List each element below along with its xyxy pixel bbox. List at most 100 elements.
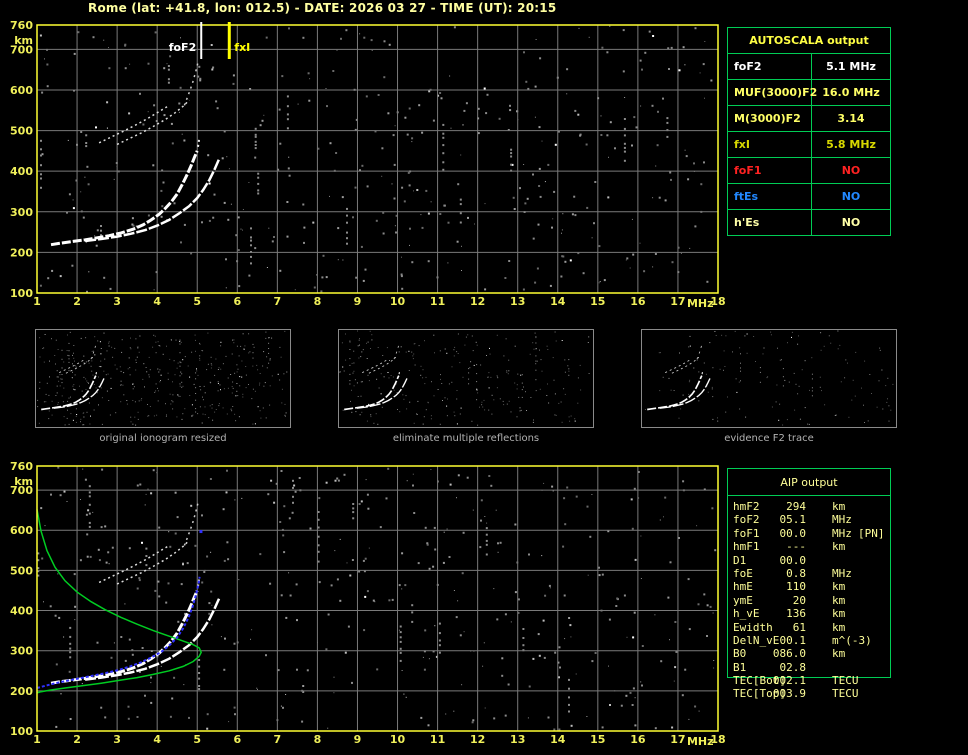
ionogram-plot-main: foF2 fxI1 2 3 4 5 6 7 8 9 10 11 12 13 14 15 16 17 18MHz760… xyxy=(10,19,726,310)
param-unit: MHz xyxy=(832,513,852,527)
table-row: TEC[Top] 003.9 TECU xyxy=(728,687,890,700)
x-axis-tick-label: 2 xyxy=(73,295,81,308)
param-value: 16.0 MHz xyxy=(822,86,880,99)
table-row: h_vE 136 km xyxy=(728,607,890,620)
param-value: NO xyxy=(841,216,861,229)
table-row: hmE 110 km xyxy=(728,580,890,593)
x-axis-tick-label: 8 xyxy=(314,295,322,308)
table-row: B0 086.0 km xyxy=(728,647,890,660)
x-axis-tick-label: 7 xyxy=(274,733,282,746)
y-axis-tick-label: 200 xyxy=(10,685,33,698)
param-unit: m^(-3) xyxy=(832,633,872,647)
window-title: Rome (lat: +41.8, lon: 012.5) - DATE: 20… xyxy=(88,1,557,15)
param-unit: km xyxy=(832,620,846,634)
param-label: foF1 xyxy=(728,158,812,183)
param-note: [PN] xyxy=(858,526,885,540)
table-row: D1 00.0 xyxy=(728,554,890,567)
x-axis-tick-label: 13 xyxy=(510,733,525,746)
x-axis-tick-label: 16 xyxy=(630,733,646,746)
param-value: NO xyxy=(841,164,861,177)
thumbnail-f2-trace xyxy=(641,329,897,428)
x-axis-tick-label: 17 xyxy=(670,733,685,746)
y-axis-tick-label: 300 xyxy=(10,645,33,658)
y-axis-tick-label: 400 xyxy=(10,605,33,618)
param-value: 00.0 xyxy=(779,526,807,540)
param-value: --- xyxy=(786,540,806,554)
marker-label-foF2: foF2 xyxy=(169,41,197,54)
x-axis-tick-label: 15 xyxy=(590,295,605,308)
x-axis-tick-label: 10 xyxy=(390,295,406,308)
param-unit: TECU xyxy=(832,687,859,701)
param-label: h'Es xyxy=(728,210,812,235)
param-value: 0.8 xyxy=(786,566,806,580)
table-row: ymE 20 km xyxy=(728,594,890,607)
x-axis-tick-label: 10 xyxy=(390,733,406,746)
autoscala-table-title: AUTOSCALA output xyxy=(728,28,890,54)
aip-table-title: AIP output xyxy=(728,469,890,496)
y-axis-tick-label: 500 xyxy=(10,564,33,577)
param-unit: MHz xyxy=(832,566,852,580)
table-row: hmF2 294 km xyxy=(728,500,890,513)
param-value: 61 xyxy=(792,620,806,634)
thumbnail-eliminate-plot xyxy=(339,330,590,426)
table-row: TEC[Bot] 002.1 TECU xyxy=(728,674,890,687)
x-axis-tick-label: 9 xyxy=(354,295,362,308)
x-axis-tick-label: 16 xyxy=(630,295,646,308)
thumbnail-f2-plot xyxy=(644,330,894,426)
x-axis-tick-label: 4 xyxy=(153,733,161,746)
ionogram-plot-profile: 1 2 3 4 5 6 7 8 9 10 11 12 13 14 15 16 17 18MHz7607006005… xyxy=(10,460,726,748)
x-axis-unit-label: MHz xyxy=(687,297,714,310)
x-axis-tick-label: 14 xyxy=(550,295,566,308)
param-value: 3.14 xyxy=(837,112,865,125)
param-value: NO xyxy=(841,190,861,203)
table-row: h'Es NO xyxy=(728,210,890,235)
table-row: foF1 00.0 MHz [PN] xyxy=(728,527,890,540)
x-axis-tick-label: 13 xyxy=(510,295,525,308)
x-axis-tick-label: 17 xyxy=(670,295,685,308)
param-unit: TECU xyxy=(832,674,859,688)
thumbnail-original-ionogram xyxy=(35,329,291,428)
param-value: 00.1 xyxy=(779,633,807,647)
autoscala-output-table: AUTOSCALA output foF2 5.1 MHz MUF(3000)F… xyxy=(727,27,891,236)
y-axis-tick-label: 600 xyxy=(10,524,33,537)
param-label: ftEs xyxy=(728,184,812,209)
thumbnail-caption-evidence: evidence F2 trace xyxy=(724,433,814,444)
param-unit: MHz xyxy=(832,526,852,540)
aip-rows: hmF2 294 km foF2 05.1 MHz foF1 00.0 MHz [PN] hm… xyxy=(728,500,890,701)
x-axis-tick-label: 5 xyxy=(193,733,201,746)
x-axis-tick-label: 3 xyxy=(113,295,121,308)
param-unit: km xyxy=(832,607,846,621)
x-axis-tick-label: 14 xyxy=(550,733,566,746)
y-axis-tick-label: 600 xyxy=(10,84,33,97)
table-row: foE 0.8 MHz xyxy=(728,567,890,580)
x-axis-tick-label: 8 xyxy=(314,733,322,746)
param-value: 02.8 xyxy=(779,660,807,674)
x-axis-tick-label: 6 xyxy=(233,733,241,746)
param-value: 136 xyxy=(786,607,806,621)
y-axis-tick-label: 500 xyxy=(10,125,33,138)
y-axis-tick-label: 300 xyxy=(10,206,33,219)
table-row: foF2 05.1 MHz xyxy=(728,513,890,526)
thumbnail-caption-eliminate: eliminate multiple reflections xyxy=(392,433,540,444)
x-axis-tick-label: 1 xyxy=(33,733,41,746)
y-axis-tick-label: 400 xyxy=(10,165,33,178)
aip-output-table: AIP output hmF2 294 km foF2 05.1 MHz foF1 00.… xyxy=(727,468,891,700)
y-axis-unit-label: km xyxy=(14,34,33,47)
param-value: 294 xyxy=(786,500,806,513)
param-unit: km xyxy=(832,593,846,607)
x-axis-tick-label: 4 xyxy=(153,295,161,308)
param-value: 003.9 xyxy=(772,687,806,701)
param-label: fxI xyxy=(728,132,812,157)
thumbnail-eliminate-reflections xyxy=(338,329,594,428)
thumbnail-caption-original: original ionogram resized xyxy=(99,433,227,444)
param-value: 05.1 xyxy=(779,513,807,527)
y-axis-tick-label: 100 xyxy=(10,725,33,738)
y-axis-unit-label: km xyxy=(14,475,33,488)
table-row: foF1 NO xyxy=(728,158,890,184)
thumbnail-original-plot xyxy=(37,330,288,426)
x-axis-tick-label: 1 xyxy=(33,295,41,308)
param-label: foF2 xyxy=(728,54,812,79)
param-unit: km xyxy=(832,500,846,513)
table-row: MUF(3000)F2 16.0 MHz xyxy=(728,80,890,106)
y-axis-tick-label: 200 xyxy=(10,246,33,259)
